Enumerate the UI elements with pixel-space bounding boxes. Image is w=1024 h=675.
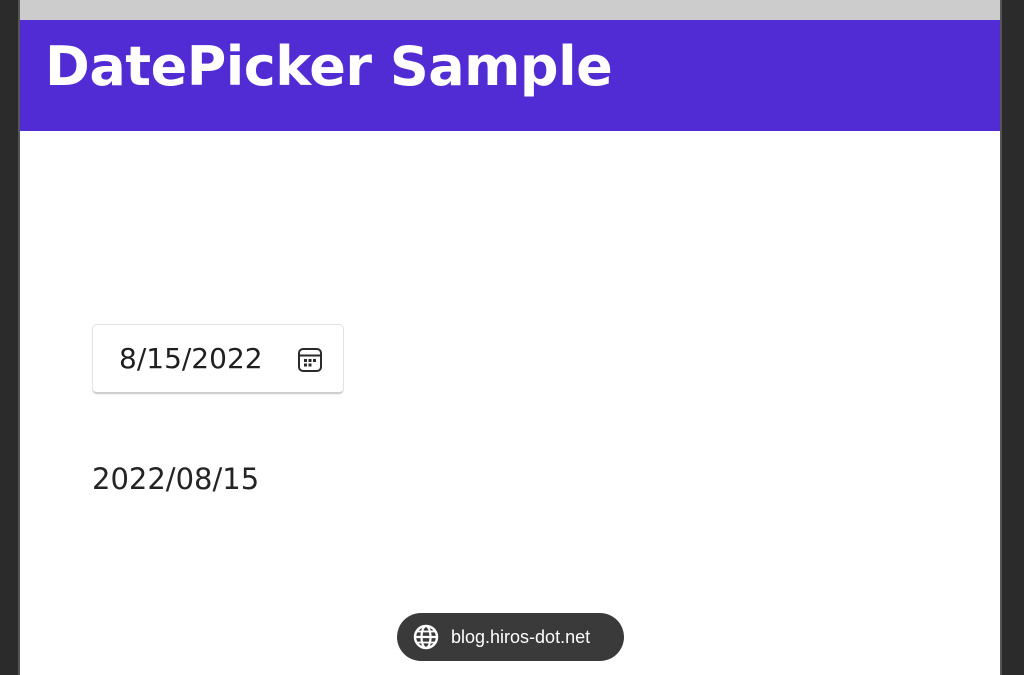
watermark-text: blog.hiros-dot.net	[451, 627, 591, 647]
page-title: DatePicker Sample	[45, 35, 613, 98]
watermark-badge: blog.hiros-dot.net	[397, 613, 624, 661]
selected-date-label: 2022/08/15	[92, 462, 260, 496]
outer-frame: DatePicker Sample 8/15/2022 2022/08/15 b	[0, 0, 1024, 675]
date-picker[interactable]: 8/15/2022	[92, 324, 344, 394]
app-window: DatePicker Sample 8/15/2022 2022/08/15	[18, 0, 1002, 675]
globe-icon	[413, 624, 439, 650]
calendar-icon[interactable]	[297, 347, 323, 373]
date-picker-value: 8/15/2022	[119, 342, 263, 375]
app-header: DatePicker Sample	[20, 20, 1000, 131]
window-titlebar[interactable]	[20, 0, 1000, 20]
